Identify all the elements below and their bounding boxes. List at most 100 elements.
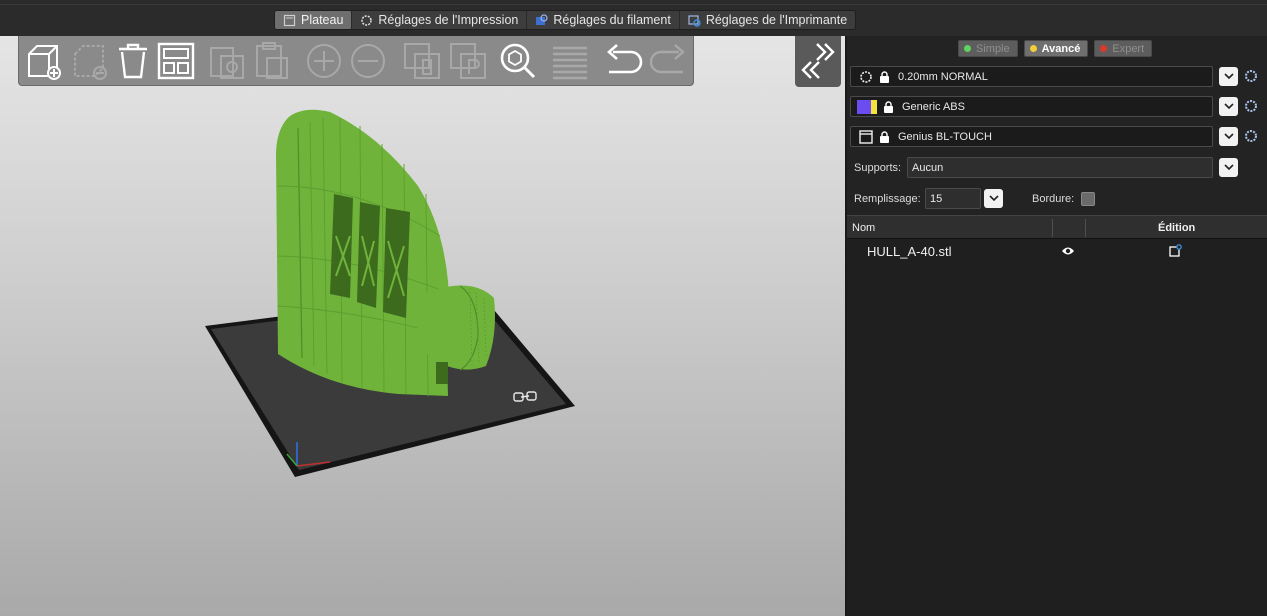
printer-icon (859, 129, 873, 144)
printer-settings-icon (688, 14, 701, 27)
arrange-icon (157, 42, 195, 80)
arrange-button[interactable] (155, 40, 197, 82)
tab-plater[interactable]: Plateau (275, 11, 353, 29)
print-preset-dropdown[interactable] (1219, 67, 1238, 86)
brim-label: Bordure: (1032, 193, 1075, 205)
infill-dropdown[interactable] (984, 189, 1003, 208)
chevron-down-icon (1223, 103, 1234, 110)
object-list-header: Nom Édition (847, 215, 1267, 239)
copy-icon (210, 47, 244, 79)
plate-icon (283, 14, 296, 26)
filament-preset-select[interactable]: Generic ABS (850, 96, 1213, 117)
print-preset-select[interactable]: 0.20mm NORMAL (850, 66, 1213, 87)
collapse-chevrons-icon (801, 43, 835, 79)
mode-expert-button[interactable]: Expert (1094, 40, 1153, 57)
header-divider (1085, 219, 1086, 237)
filament-color-swatch (857, 99, 871, 114)
supports-dropdown[interactable] (1219, 158, 1238, 177)
tab-print-settings[interactable]: Réglages de l'Impression (352, 11, 528, 29)
split-objects-button[interactable] (401, 40, 443, 82)
print-preset-gear-icon[interactable] (1244, 69, 1258, 83)
top-divider (0, 4, 1267, 5)
edit-object-icon[interactable] (1169, 244, 1182, 257)
printer-preset-select[interactable]: Genius BL-TOUCH (850, 126, 1213, 147)
mode-simple-button[interactable]: Simple (958, 40, 1018, 57)
add-button[interactable] (23, 40, 65, 82)
model-hull[interactable] (276, 109, 495, 397)
infill-value: 15 (930, 192, 943, 205)
lock-icon (884, 100, 893, 113)
supports-select[interactable]: Aucun (907, 157, 1213, 178)
list-item[interactable]: HULL_A-40.stl (847, 241, 1267, 261)
filament-preset-gear-icon[interactable] (1244, 99, 1258, 113)
slicer-app: Plateau Réglages de l'Impression Réglage… (0, 0, 1267, 616)
infill-label: Remplissage: (854, 193, 921, 205)
eye-icon[interactable] (1061, 246, 1075, 256)
filament-preset-value: Generic ABS (902, 100, 965, 113)
tab-printer-settings-label: Réglages de l'Imprimante (705, 13, 848, 27)
delete-icon (74, 45, 107, 80)
top-bar: Plateau Réglages de l'Impression Réglage… (0, 0, 1267, 36)
filament-preset-dropdown[interactable] (1219, 97, 1238, 116)
mode-simple-label: Simple (976, 42, 1010, 55)
delete-button[interactable] (69, 40, 111, 82)
search-icon (500, 43, 536, 79)
layers-icon (553, 46, 587, 80)
paste-button[interactable] (251, 40, 293, 82)
printer-preset-value: Genius BL-TOUCH (898, 130, 992, 143)
mode-switch: Simple Avancé Expert (958, 40, 1153, 57)
chevron-down-icon (1223, 164, 1234, 171)
tab-filament-settings[interactable]: Réglages du filament (527, 11, 680, 29)
redo-button[interactable] (647, 40, 689, 82)
add-instance-button[interactable] (303, 40, 345, 82)
mode-advanced-label: Avancé (1041, 42, 1081, 55)
filament-color-swatch-secondary (871, 99, 877, 114)
chevron-down-icon (1223, 133, 1234, 140)
split-objects-icon (404, 43, 440, 79)
object-list: HULL_A-40.stl (847, 239, 1267, 616)
mode-expert-dot (1100, 45, 1108, 52)
main-tabs: Plateau Réglages de l'Impression Réglage… (274, 10, 857, 30)
plater-toolbar (18, 36, 694, 86)
brim-checkbox[interactable] (1081, 192, 1095, 206)
delete-all-button[interactable] (112, 40, 154, 82)
header-divider (1052, 219, 1053, 237)
3d-viewport[interactable] (0, 36, 845, 616)
print-preset-value: 0.20mm NORMAL (898, 70, 988, 83)
col-edit-header[interactable]: Édition (1158, 222, 1195, 234)
object-name: HULL_A-40.stl (867, 244, 952, 259)
printer-preset-gear-icon[interactable] (1244, 129, 1258, 143)
add-instance-icon (307, 44, 341, 78)
remove-instance-button[interactable] (347, 40, 389, 82)
lock-icon (880, 70, 889, 83)
undo-button[interactable] (603, 40, 645, 82)
search-button[interactable] (497, 40, 539, 82)
mode-simple-dot (964, 45, 971, 52)
tab-printer-settings[interactable]: Réglages de l'Imprimante (680, 11, 855, 29)
remove-instance-icon (351, 44, 385, 78)
split-parts-icon (450, 43, 486, 79)
print-settings-icon (860, 70, 872, 83)
lock-icon (880, 130, 889, 143)
supports-label: Supports: (854, 162, 902, 174)
printer-preset-dropdown[interactable] (1219, 127, 1238, 146)
layers-button[interactable] (549, 40, 591, 82)
delete-all-icon (119, 43, 147, 79)
undo-icon (607, 44, 643, 74)
mode-advanced-button[interactable]: Avancé (1023, 40, 1089, 57)
mode-advanced-dot (1029, 45, 1037, 52)
chevron-down-icon (988, 195, 999, 202)
redo-icon (649, 44, 685, 74)
col-name-header[interactable]: Nom (852, 222, 875, 234)
split-parts-button[interactable] (447, 40, 489, 82)
copy-button[interactable] (207, 40, 249, 82)
mode-expert-label: Expert (1112, 42, 1145, 55)
chevron-down-icon (1223, 73, 1234, 80)
collapse-sidebar-button[interactable] (795, 36, 841, 87)
print-settings-icon (361, 14, 373, 26)
supports-value: Aucun (912, 161, 944, 174)
infill-input[interactable]: 15 (925, 188, 981, 209)
tab-filament-settings-label: Réglages du filament (553, 13, 671, 27)
add-object-icon (28, 45, 61, 80)
filament-settings-icon (536, 13, 548, 25)
